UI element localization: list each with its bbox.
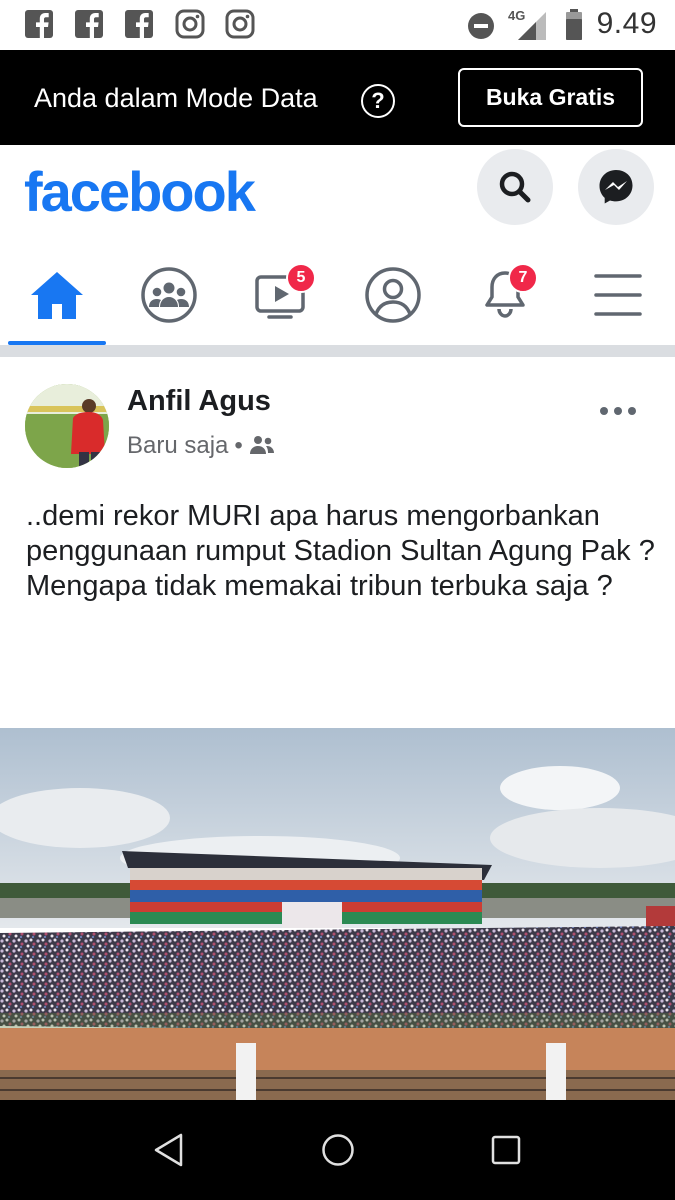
battery-icon — [566, 9, 582, 40]
free-mode-button[interactable]: Buka Gratis — [458, 68, 643, 127]
search-icon — [499, 171, 531, 203]
data-mode-bar: Anda dalam Mode Data ? Buka Gratis — [0, 50, 675, 145]
profile-icon — [365, 267, 421, 323]
clock: 9.49 — [596, 7, 657, 40]
friends-icon — [249, 436, 274, 454]
facebook-icon — [25, 10, 53, 39]
feed-separator — [0, 345, 675, 357]
more-options-icon — [600, 407, 636, 415]
post-card: Anfil Agus Baru saja • ..demi rekor MURI … — [0, 357, 675, 727]
search-button[interactable] — [477, 149, 553, 225]
facebook-icon — [75, 10, 103, 39]
facebook-logo[interactable]: facebook — [24, 159, 256, 224]
tab-watch[interactable]: 5 — [226, 245, 336, 345]
status-bar: 4G 9.49 — [0, 0, 675, 50]
tab-home[interactable] — [2, 245, 112, 345]
post-photo[interactable] — [0, 728, 675, 1100]
back-icon[interactable] — [153, 1133, 185, 1167]
messenger-button[interactable] — [578, 149, 654, 225]
recents-icon[interactable] — [491, 1135, 521, 1165]
home-icon — [31, 272, 83, 319]
data-mode-message: Anda dalam Mode Data — [34, 83, 318, 113]
tab-notifications[interactable]: 7 — [450, 245, 560, 345]
stadium-crowd-image — [0, 728, 675, 1100]
avatar[interactable] — [25, 384, 109, 468]
menu-icon — [594, 274, 642, 316]
post-text-line: ..demi rekor MURI apa harus mengorbankan… — [26, 500, 655, 567]
watch-badge: 5 — [286, 263, 316, 293]
post-author[interactable]: Anfil Agus — [127, 385, 271, 418]
do-not-disturb-icon — [468, 13, 494, 39]
app-header: facebook — [0, 145, 675, 245]
main-nav: 5 7 — [0, 245, 675, 345]
post-meta: Baru saja • — [127, 432, 275, 460]
post-time[interactable]: Baru saja — [127, 432, 228, 459]
instagram-icon — [175, 9, 205, 39]
meta-separator: • — [234, 432, 243, 459]
post-text: ..demi rekor MURI apa harus mengorbankan… — [26, 499, 656, 604]
post-text-line: Mengapa tidak memakai tribun terbuka saj… — [26, 570, 613, 602]
post-options-button[interactable] — [599, 387, 637, 424]
instagram-icon — [225, 9, 255, 39]
signal-icon — [518, 12, 546, 40]
tab-profile[interactable] — [338, 245, 448, 345]
tab-groups[interactable] — [114, 245, 224, 345]
messenger-icon — [599, 170, 633, 204]
system-nav-bar — [0, 1100, 675, 1200]
groups-icon — [141, 267, 197, 323]
notifications-badge: 7 — [508, 263, 538, 293]
facebook-icon — [125, 10, 153, 39]
home-nav-icon[interactable] — [321, 1133, 355, 1167]
help-icon[interactable]: ? — [361, 84, 395, 118]
tab-menu[interactable] — [562, 245, 672, 345]
